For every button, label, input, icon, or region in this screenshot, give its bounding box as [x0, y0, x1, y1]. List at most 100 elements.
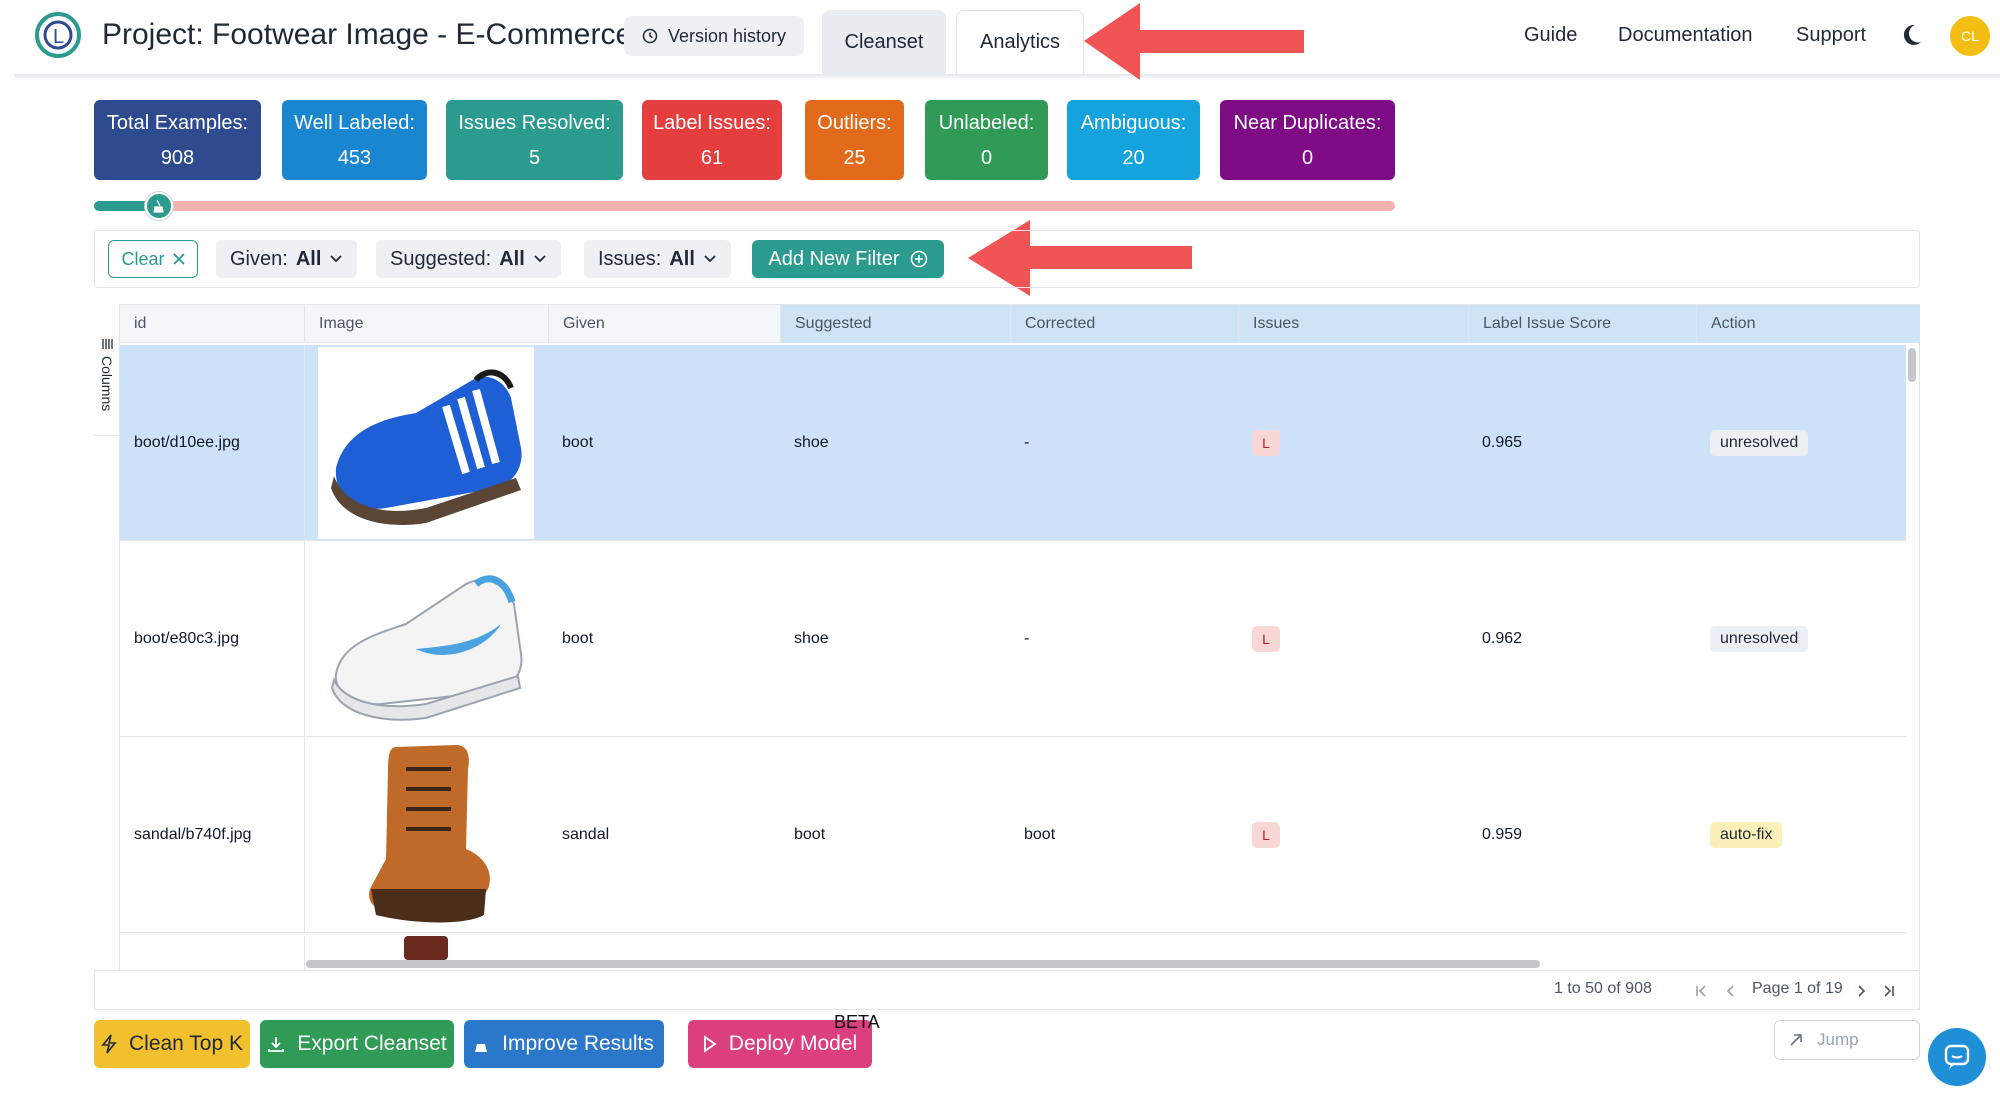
- play-icon: [703, 1035, 717, 1053]
- stat-ambiguous[interactable]: Ambiguous: 20: [1067, 100, 1200, 180]
- chat-icon: [1944, 1044, 1970, 1069]
- action-badge[interactable]: unresolved: [1710, 430, 1809, 456]
- thumbnail-white-sneaker[interactable]: [318, 543, 534, 735]
- header-action[interactable]: Action: [1696, 305, 1920, 343]
- clean-top-k-button[interactable]: Clean Top K: [94, 1020, 250, 1068]
- app-header: L Project: Footwear Image - E-Commerce V…: [0, 0, 2000, 74]
- cell-score: 0.959: [1482, 826, 1523, 843]
- columns-toggle[interactable]: Columns: [94, 330, 120, 436]
- stat-value: 0: [1301, 147, 1314, 169]
- label-issue-badge: L: [1252, 822, 1280, 848]
- filter-issues-value: All: [669, 247, 695, 270]
- clock-icon: [642, 28, 658, 44]
- table-row[interactable]: sandal/b740f.jpg sandal boot boot L 0.95…: [120, 737, 1906, 933]
- lightning-icon: [101, 1034, 117, 1054]
- filter-given[interactable]: Given: All: [216, 240, 358, 278]
- shoe-image-icon: [331, 369, 522, 525]
- nav-guide[interactable]: Guide: [1524, 24, 1577, 47]
- stat-well-labeled[interactable]: Well Labeled: 453: [282, 100, 427, 180]
- table-row[interactable]: boot/d10ee.jpg boot shoe - L 0.965 unres…: [120, 345, 1906, 541]
- header-id[interactable]: id: [120, 305, 304, 343]
- stat-value: 25: [843, 147, 866, 169]
- header-issues[interactable]: Issues: [1238, 305, 1468, 343]
- header-suggested[interactable]: Suggested: [780, 305, 1010, 343]
- close-icon: [172, 253, 185, 265]
- add-new-filter-button[interactable]: Add New Filter: [752, 240, 944, 278]
- cell-corrected: boot: [1024, 826, 1056, 843]
- column-divider: [304, 345, 305, 541]
- stat-value: 61: [700, 147, 724, 169]
- cell-action[interactable]: unresolved: [1696, 345, 1809, 541]
- action-badge[interactable]: unresolved: [1710, 626, 1809, 652]
- beta-label: BETA: [834, 1012, 880, 1032]
- stat-unlabeled[interactable]: Unlabeled: 0: [925, 100, 1048, 180]
- first-page-icon[interactable]: [1694, 984, 1708, 998]
- filter-bar: [94, 230, 1920, 288]
- clear-filters-button[interactable]: Clear: [108, 240, 198, 278]
- boot-image-icon: [369, 745, 490, 923]
- header-image[interactable]: Image: [304, 305, 548, 343]
- stat-label: Unlabeled:: [938, 112, 1035, 134]
- version-history-label: Version history: [667, 25, 787, 46]
- previous-page-icon[interactable]: [1724, 984, 1738, 998]
- progress-handle[interactable]: [145, 192, 173, 220]
- nav-support[interactable]: Support: [1796, 24, 1866, 47]
- header-given[interactable]: Given: [548, 305, 780, 343]
- action-badge[interactable]: auto-fix: [1710, 822, 1783, 848]
- columns-icon: [102, 339, 113, 349]
- arrow-up-right-icon: [1790, 1034, 1802, 1046]
- cell-issues: L: [1238, 737, 1280, 933]
- columns-label: Columns: [99, 356, 115, 412]
- thumbnail-brown-boot[interactable]: [318, 739, 534, 931]
- user-avatar[interactable]: CL: [1950, 16, 1990, 56]
- stat-total-examples[interactable]: Total Examples: 908: [94, 100, 261, 180]
- next-page-icon[interactable]: [1854, 984, 1868, 998]
- header-label-issue-score[interactable]: Label Issue Score: [1468, 305, 1696, 343]
- table-row[interactable]: boot/e80c3.jpg boot shoe - L 0.962 unres…: [120, 541, 1906, 737]
- jump-input[interactable]: Jump: [1774, 1020, 1920, 1060]
- label-issue-badge: L: [1252, 430, 1280, 456]
- stat-label: Outliers:: [817, 112, 892, 134]
- cleanlab-logo[interactable]: L: [34, 10, 82, 60]
- chat-support-button[interactable]: [1928, 1028, 1986, 1086]
- annotation-arrow-icon: [1084, 3, 1304, 80]
- cell-given: sandal: [562, 826, 610, 843]
- vertical-scrollbar[interactable]: [1908, 348, 1916, 382]
- horizontal-scrollbar[interactable]: [306, 960, 1540, 968]
- cell-issues: L: [1238, 541, 1280, 737]
- cell-action[interactable]: auto-fix: [1696, 737, 1783, 933]
- column-divider: [304, 737, 305, 933]
- nav-documentation[interactable]: Documentation: [1618, 24, 1753, 47]
- clear-label: Clear: [121, 248, 165, 269]
- tab-cleanset[interactable]: Cleanset: [822, 10, 946, 74]
- stat-outliers[interactable]: Outliers: 25: [805, 100, 904, 180]
- tab-analytics[interactable]: Analytics: [956, 10, 1084, 74]
- filter-suggested[interactable]: Suggested: All: [376, 240, 561, 278]
- dark-mode-moon-icon[interactable]: [1898, 22, 1924, 48]
- cell-score: 0.965: [1482, 434, 1523, 451]
- stat-near-duplicates[interactable]: Near Duplicates: 0: [1220, 100, 1395, 180]
- stat-label-issues[interactable]: Label Issues: 61: [642, 100, 782, 180]
- cell-corrected: -: [1024, 434, 1030, 451]
- filter-issues[interactable]: Issues: All: [584, 240, 731, 278]
- cell-corrected: -: [1024, 630, 1030, 647]
- stat-value: 453: [337, 147, 372, 169]
- export-cleanset-button[interactable]: Export Cleanset: [260, 1020, 454, 1068]
- version-history-button[interactable]: Version history: [624, 16, 804, 56]
- plus-circle-icon: [910, 250, 927, 268]
- thumbnail-blue-sneaker[interactable]: [318, 347, 534, 539]
- cell-score: 0.962: [1482, 630, 1523, 647]
- header-corrected[interactable]: Corrected: [1010, 305, 1238, 343]
- last-page-icon[interactable]: [1882, 984, 1896, 998]
- filter-suggested-name: Suggested:: [390, 247, 492, 270]
- improve-results-button[interactable]: Improve Results: [464, 1020, 664, 1068]
- cell-action[interactable]: unresolved: [1696, 541, 1809, 737]
- jump-placeholder: Jump: [1817, 1030, 1859, 1049]
- row-count: 1 to 50 of 908: [1554, 980, 1652, 997]
- stat-issues-resolved[interactable]: Issues Resolved: 5: [446, 100, 623, 180]
- broom-icon: [153, 199, 164, 213]
- clean-top-k-label: Clean Top K: [128, 1032, 244, 1055]
- stat-label: Ambiguous:: [1080, 112, 1187, 134]
- chevron-down-icon: [704, 255, 716, 263]
- stat-value: 0: [980, 147, 993, 169]
